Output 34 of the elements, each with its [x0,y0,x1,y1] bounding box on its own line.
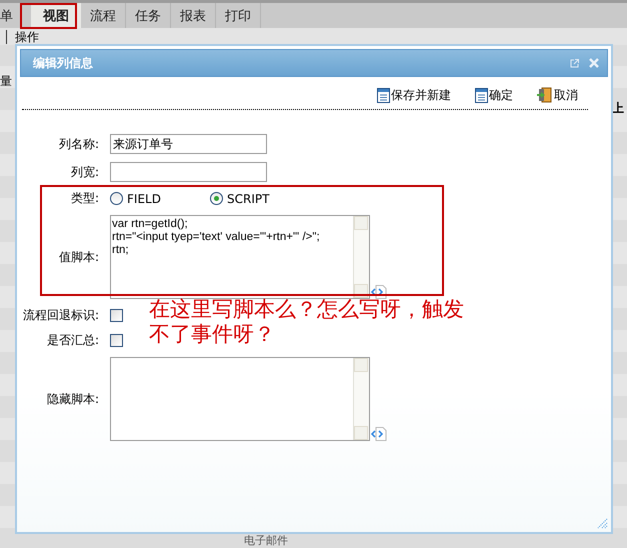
text-field[interactable]: 来源订单号 [110,134,267,154]
toolbar-button[interactable]: 取消 [537,85,578,105]
annotation-text: 在这里写脚本么？怎么写呀，触发不了事件呀？ [149,297,465,347]
field-label: 是否汇总: [46,332,99,349]
script-field[interactable]: var rtn=getId(); rtn="<input tyep='text' value='"+rtn+"' />"; rtn; [110,215,370,299]
field-label: 流程回退标识: [22,307,99,324]
checkbox[interactable] [110,309,123,322]
floppy-icon [377,88,390,102]
exit-door-icon [537,87,553,103]
field-label: 列宽: [70,164,99,180]
radio-option[interactable]: FIELD [110,192,210,206]
background-text: 量 [0,73,12,90]
checkbox[interactable] [110,334,123,347]
code-icon[interactable] [371,427,387,441]
toolbar-label[interactable]: 操作 [15,29,39,46]
field-label: 值脚本: [58,248,99,266]
radio-option[interactable]: SCRIPT [210,192,310,206]
dialog-title: 编辑列信息 [33,54,94,72]
floppy-icon [475,88,488,102]
field-label: 隐藏脚本: [46,390,99,408]
popout-icon[interactable] [570,58,579,68]
script-field[interactable] [110,357,370,441]
background-text: 上 [612,100,624,117]
resize-grip-icon[interactable] [597,518,608,529]
field-label: 类型: [70,190,99,207]
highlight-frame [20,3,77,29]
field-label: 列名称: [58,136,99,152]
text-field[interactable] [110,162,267,182]
code-icon[interactable] [371,285,387,299]
toolbar-button[interactable]: 保存并新建 [377,85,451,105]
background-text: 电子邮件 [244,533,288,548]
toolbar-button[interactable]: 确定 [475,85,513,105]
close-icon[interactable] [589,58,599,68]
tab[interactable]: 单 [0,3,23,28]
